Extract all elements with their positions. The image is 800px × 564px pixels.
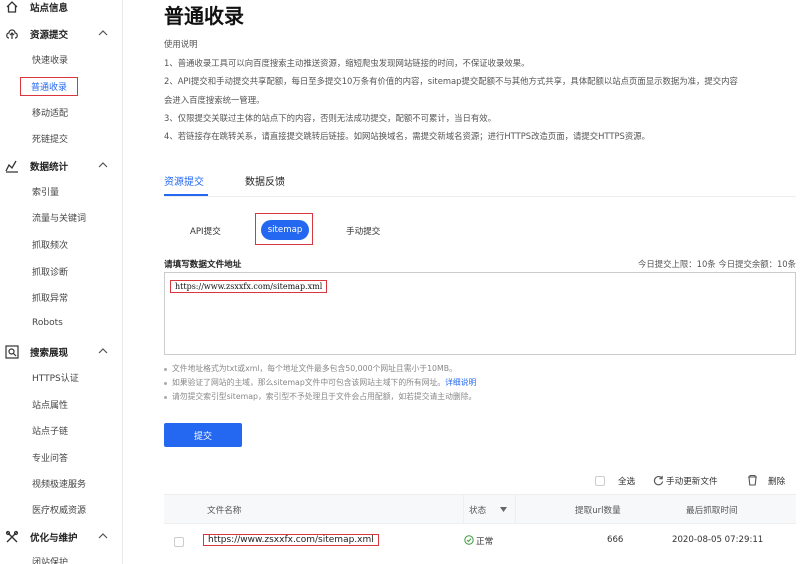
sidebar-group-label: 搜索展现 (30, 348, 69, 359)
chevron-up-icon[interactable] (98, 160, 108, 170)
sidebar-group-label: 站点信息 (30, 3, 69, 14)
textarea-value: https://www.zsxxfx.com/sitemap.xml (170, 280, 328, 293)
sidebar-item-site-close-protect[interactable]: 闭站保护 (32, 555, 68, 564)
sidebar-item-quick-index[interactable]: 快速收录 (32, 53, 68, 66)
tools-icon (5, 530, 19, 543)
form-label: 请填写数据文件地址 (164, 260, 242, 270)
row-status: 正常 (476, 537, 494, 547)
usage-line: 1、普通收录工具可以向百度搜索主动推送资源，缩短爬虫发现网站链接的时间，不保证收… (164, 58, 530, 68)
subtab-manual-submit[interactable]: 手动提交 (346, 225, 380, 237)
sidebar-group-search-display[interactable]: 搜索展现 (0, 342, 123, 362)
trash-icon[interactable] (747, 474, 758, 486)
sidebar-item-video-service[interactable]: 视频极速服务 (32, 477, 86, 490)
usage-line: 2、API提交和手动提交共享配额，每日至多提交10万条有价值的内容，sitema… (164, 76, 738, 86)
upload-icon (6, 29, 18, 39)
note-item: 如果验证了网站的主域，那么sitemap文件中可包含该网站主域下的所有网址。详细… (164, 377, 476, 388)
row-file-url[interactable]: https://www.zsxxfx.com/sitemap.xml (203, 534, 379, 546)
row-checkbox[interactable] (174, 537, 184, 547)
sidebar-item-index-volume[interactable]: 索引量 (32, 185, 59, 198)
caret-down-icon[interactable] (500, 507, 507, 512)
home-icon (6, 1, 18, 13)
sidebar-item-site-attributes[interactable]: 站点属性 (32, 398, 68, 411)
select-all-label[interactable]: 全选 (618, 475, 635, 487)
usage-line: 会进入百度搜索统一管理。 (164, 95, 265, 105)
row-url-count: 666 (607, 535, 624, 545)
sidebar-item-normal-index[interactable]: 普通收录 (19, 77, 79, 96)
sidebar-item-crawl-frequency[interactable]: 抓取频次 (32, 238, 68, 251)
sidebar-item-medical-authority[interactable]: 医疗权威资源 (32, 503, 86, 516)
refresh-icon[interactable] (653, 475, 664, 486)
sidebar-group-site-info[interactable]: 站点信息 (0, 0, 123, 17)
usage-heading: 使用说明 (164, 39, 198, 49)
sitemap-highlight-box (255, 213, 313, 245)
note-text: 请勿提交索引型sitemap，索引型不予处理且于文件会占用配额，如若提交请主动删… (172, 392, 477, 401)
sidebar-group-optimize[interactable]: 优化与维护 (0, 527, 123, 547)
column-header-status: 状态 (469, 506, 487, 516)
sidebar-item-crawl-diagnosis[interactable]: 抓取诊断 (32, 265, 68, 278)
note-text: 文件地址格式为txt或xml，每个地址文件最多包含50,000个网址且需小于10… (172, 364, 457, 373)
note-item: 文件地址格式为txt或xml，每个地址文件最多包含50,000个网址且需小于10… (164, 363, 457, 374)
sidebar-item-mobile-adapt[interactable]: 移动适配 (32, 106, 68, 119)
sidebar-group-resource-submit[interactable]: 资源提交 (0, 24, 123, 44)
tab-data-feedback[interactable]: 数据反馈 (245, 173, 285, 188)
chevron-up-icon[interactable] (98, 346, 108, 356)
sidebar-item-https-auth[interactable]: HTTPS认证 (32, 371, 79, 384)
delete-button[interactable]: 删除 (768, 475, 785, 487)
column-header-last-crawl: 最后抓取时间 (686, 506, 738, 516)
note-text: 如果验证了网站的主域，那么sitemap文件中可包含该网站主域下的所有网址。 (172, 378, 446, 387)
sidebar-group-label: 优化与维护 (30, 533, 78, 544)
detail-link[interactable]: 详细说明 (445, 378, 476, 387)
sidebar-group-label: 资源提交 (30, 30, 69, 41)
subtab-api-submit[interactable]: API提交 (190, 225, 221, 237)
column-header-file: 文件名称 (207, 506, 242, 516)
search-icon (5, 345, 19, 359)
tab-divider (164, 196, 796, 197)
page-title: 普通收录 (164, 4, 244, 28)
sidebar-item-traffic-keywords[interactable]: 流量与关键词 (32, 211, 86, 224)
main-content: 普通收录 使用说明 1、普通收录工具可以向百度搜索主动推送资源，缩短爬虫发现网站… (124, 0, 800, 564)
tab-resource-submit[interactable]: 资源提交 (164, 173, 204, 188)
manual-update-button[interactable]: 手动更新文件 (666, 475, 718, 487)
sidebar: 站点信息 资源提交 快速收录 普通收录 移动适配 死链提交 数据统计 索引量 流… (0, 0, 123, 564)
chevron-up-icon[interactable] (98, 531, 108, 541)
chart-icon (5, 160, 18, 173)
sidebar-group-label: 数据统计 (30, 162, 69, 173)
usage-line: 3、仅限提交关联过主体的站点下的内容，否则无法成功提交，配额不可累计，当日有效。 (164, 113, 496, 123)
check-circle-icon (464, 535, 474, 545)
usage-line: 4、若链接存在跳转关系，请直接提交跳转后链接。如网站换域名，需提交新域名资源；进… (164, 131, 650, 141)
quota-text: 今日提交上限：10条 今日提交余额：10条 (638, 259, 796, 269)
row-last-crawl: 2020-08-05 07:29:11 (672, 535, 764, 545)
select-all-checkbox[interactable] (595, 476, 605, 486)
submit-button[interactable]: 提交 (164, 423, 242, 447)
chevron-up-icon[interactable] (98, 28, 108, 38)
sidebar-item-dead-link[interactable]: 死链提交 (32, 132, 68, 145)
tab-active-indicator (164, 194, 208, 196)
sidebar-item-expert-qa[interactable]: 专业问答 (32, 451, 68, 464)
sidebar-item-crawl-errors[interactable]: 抓取异常 (32, 291, 68, 304)
note-item: 请勿提交索引型sitemap，索引型不予处理且于文件会占用配额，如若提交请主动删… (164, 391, 476, 402)
sidebar-item-robots[interactable]: Robots (32, 318, 63, 328)
sidebar-item-site-sublinks[interactable]: 站点子链 (32, 424, 68, 437)
column-header-url-count: 提取url数量 (575, 506, 621, 516)
sidebar-group-data-stats[interactable]: 数据统计 (0, 156, 123, 176)
